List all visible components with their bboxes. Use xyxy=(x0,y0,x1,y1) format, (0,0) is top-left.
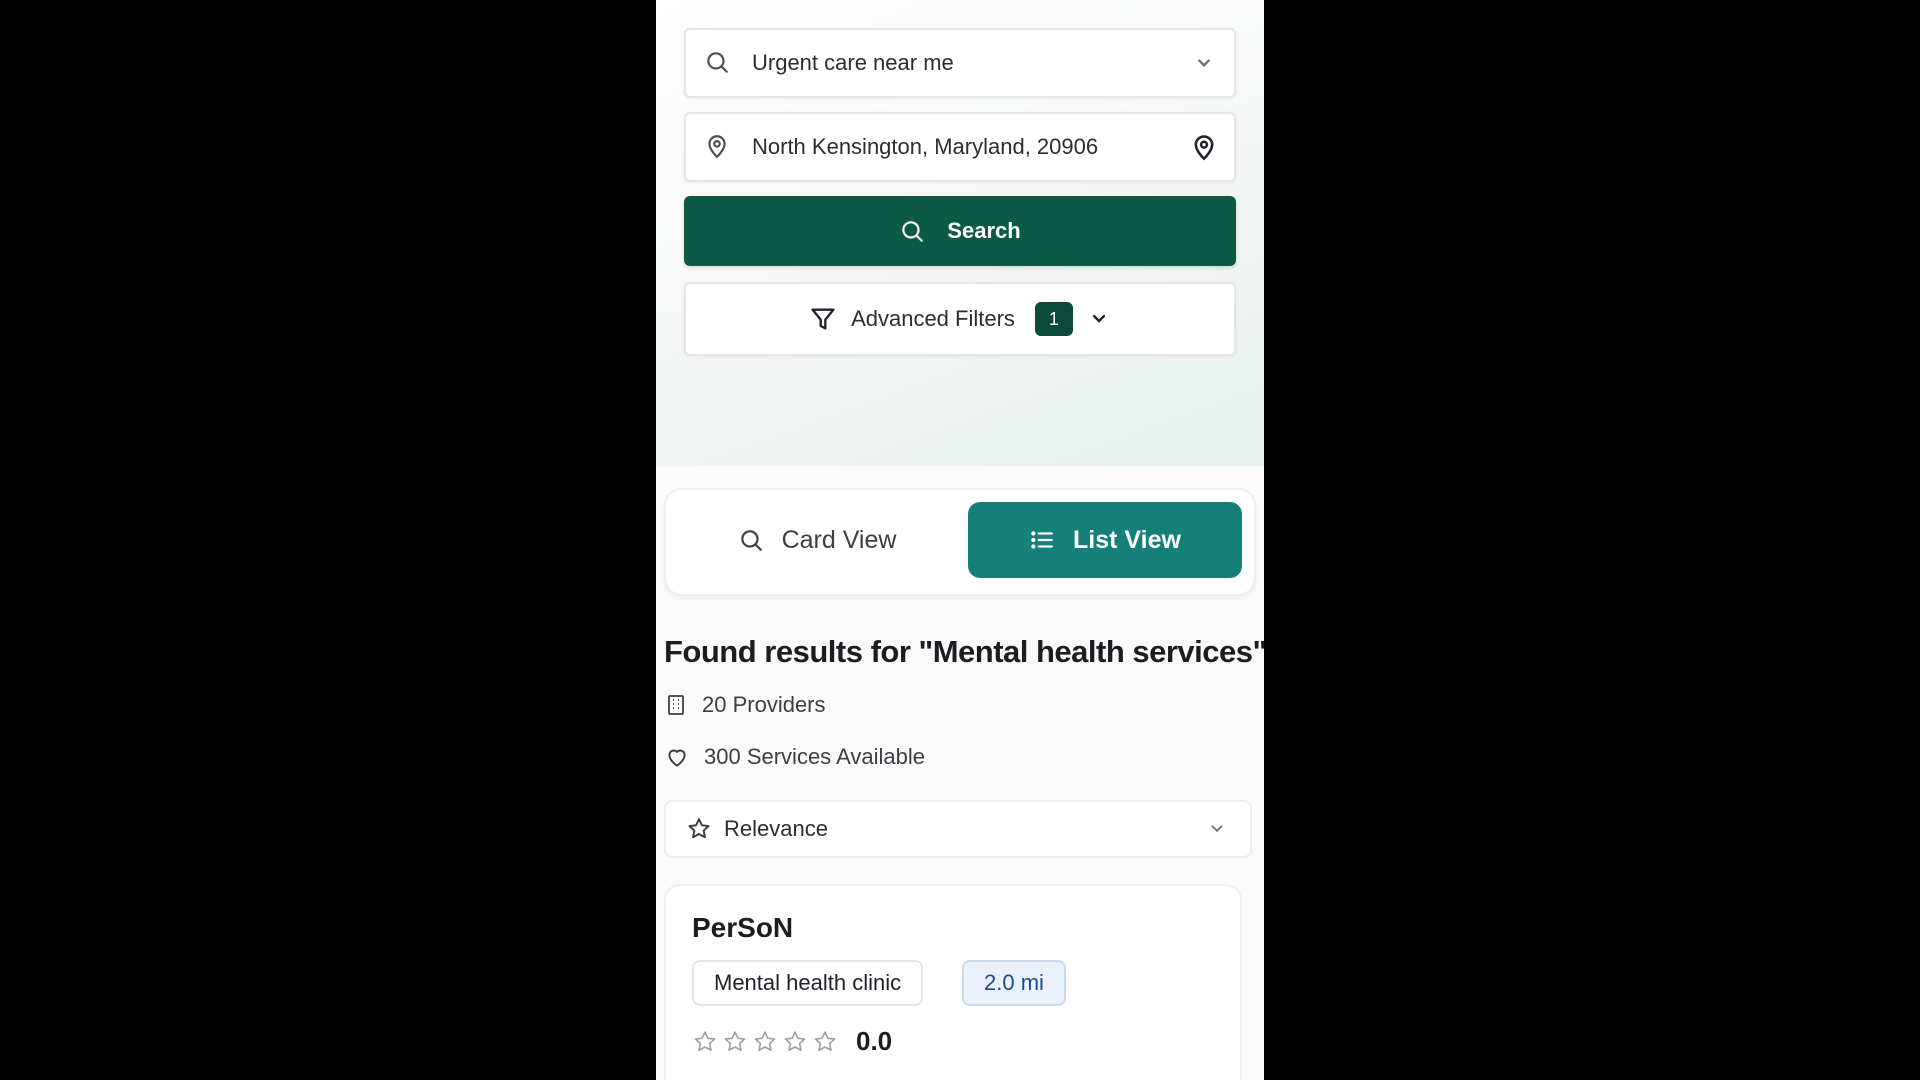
providers-count: 20 Providers xyxy=(664,692,826,718)
provider-card[interactable]: PerSoN Mental health clinic 2.0 mi 0.0 xyxy=(664,884,1242,1080)
services-count: 300 Services Available xyxy=(664,744,925,770)
view-toggle: Card View List View xyxy=(664,488,1256,596)
heart-icon xyxy=(668,749,686,767)
advanced-filters-label: Advanced Filters xyxy=(851,306,1015,331)
rating-score: 0.0 xyxy=(856,1026,893,1056)
app-screen: Urgent care near me North Kensington, Ma… xyxy=(656,0,1264,1080)
sort-value: Relevance xyxy=(724,816,828,841)
chevron-down-icon xyxy=(1092,314,1106,323)
search-query-value: Urgent care near me xyxy=(752,50,954,75)
location-pin-icon xyxy=(708,135,726,159)
provider-name[interactable]: PerSoN xyxy=(692,912,793,944)
building-icon xyxy=(668,695,684,715)
search-button[interactable]: Search xyxy=(684,196,1236,266)
distance-chip: 2.0 mi xyxy=(962,960,1066,1006)
star-icon xyxy=(754,1030,776,1051)
sort-dropdown[interactable]: Relevance xyxy=(664,800,1252,858)
use-my-location-icon[interactable] xyxy=(1190,133,1218,161)
search-query-field[interactable]: Urgent care near me xyxy=(684,28,1236,98)
chevron-down-icon xyxy=(1211,825,1223,833)
providers-count-text: 20 Providers xyxy=(702,692,826,717)
search-button-label: Search xyxy=(947,218,1021,243)
card-view-label: Card View xyxy=(781,525,897,554)
list-view-button[interactable]: List View xyxy=(968,502,1242,578)
search-icon xyxy=(902,221,924,242)
provider-type-chip: Mental health clinic xyxy=(692,960,924,1006)
star-icon xyxy=(694,1030,716,1051)
active-filters-count-badge: 1 xyxy=(1034,302,1073,336)
services-count-text: 300 Services Available xyxy=(704,744,925,769)
search-icon xyxy=(740,530,762,551)
location-field[interactable]: North Kensington, Maryland, 20906 xyxy=(684,112,1236,182)
rating: 0.0 xyxy=(692,1026,892,1057)
star-icon xyxy=(724,1030,746,1051)
star-icon xyxy=(814,1030,836,1051)
advanced-filters-toggle[interactable]: Advanced Filters 1 xyxy=(684,282,1236,356)
card-view-button[interactable]: Card View xyxy=(676,502,958,578)
list-view-label: List View xyxy=(1073,525,1181,554)
list-icon xyxy=(1031,531,1053,549)
search-panel: Urgent care near me North Kensington, Ma… xyxy=(656,0,1264,466)
location-value: North Kensington, Maryland, 20906 xyxy=(752,134,1099,159)
search-icon xyxy=(707,52,728,73)
star-icon xyxy=(688,818,710,839)
chevron-down-icon[interactable] xyxy=(1190,49,1218,77)
filter-icon xyxy=(811,308,835,330)
results-title: Found results for "Mental health service… xyxy=(664,634,1264,669)
star-icon xyxy=(784,1030,806,1051)
